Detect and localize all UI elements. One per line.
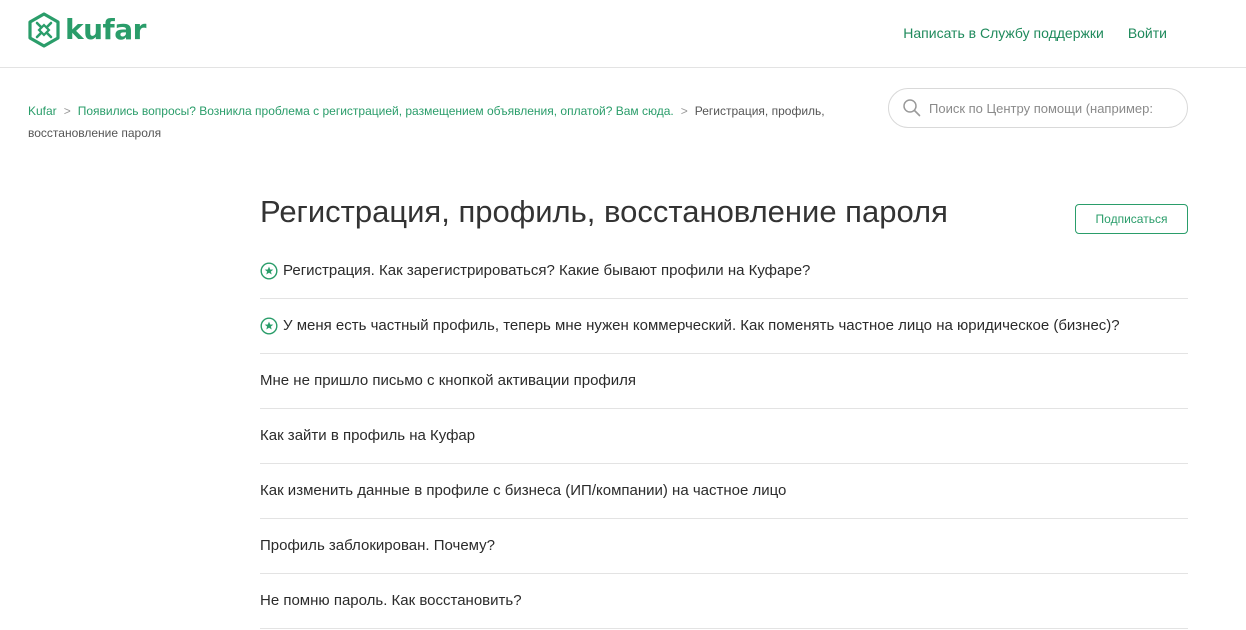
article-title: Как изменить данные в профиле с бизнеса … (260, 482, 787, 499)
list-item: Мне не пришло письмо с кнопкой активации… (260, 354, 1188, 409)
article-title: Профиль заблокирован. Почему? (260, 537, 495, 554)
login-link[interactable]: Войти (1128, 24, 1167, 42)
breadcrumb: Kufar > Появились вопросы? Возникла пробле… (28, 100, 858, 144)
logo-hexagon-icon (28, 12, 60, 48)
article-title: Не помню пароль. Как восстановить? (260, 592, 522, 609)
site-header: kufar Написать в Службу поддержки Войти (0, 0, 1246, 68)
article-link[interactable]: Профиль заблокирован. Почему? (260, 536, 495, 556)
search-icon (903, 99, 921, 117)
article-link[interactable]: Как зайти в профиль на Куфар (260, 426, 475, 446)
breadcrumb-separator: > (63, 104, 71, 118)
page-title: Регистрация, профиль, восстановление пар… (260, 194, 948, 229)
article-link[interactable]: Как изменить данные в профиле с бизнеса … (260, 481, 786, 501)
breadcrumb-separator: > (680, 104, 688, 118)
article-link[interactable]: Регистрация. Как зарегистрироваться? Как… (260, 261, 810, 281)
list-item: Профиль заблокирован. Почему? (260, 519, 1188, 574)
article-list: Регистрация. Как зарегистрироваться? Как… (260, 244, 1188, 629)
star-icon (260, 262, 278, 280)
kufar-logo[interactable]: kufar (27, 12, 146, 48)
breadcrumb-home[interactable]: Kufar (28, 104, 57, 118)
article-link[interactable]: Мне не пришло письмо с кнопкой активации… (260, 371, 636, 391)
list-item: У меня есть частный профиль, теперь мне … (260, 299, 1188, 354)
search-box[interactable] (888, 88, 1188, 128)
star-icon (260, 317, 278, 335)
search-input[interactable] (929, 100, 1179, 116)
logo-text: kufar (65, 13, 146, 46)
article-title: Регистрация. Как зарегистрироваться? Как… (283, 262, 811, 279)
support-link[interactable]: Написать в Службу поддержки (903, 24, 1104, 42)
subscribe-button[interactable]: Подписаться (1075, 204, 1188, 234)
article-title: Мне не пришло письмо с кнопкой активации… (260, 372, 637, 389)
list-item: Как изменить данные в профиле с бизнеса … (260, 464, 1188, 519)
list-item: Как зайти в профиль на Куфар (260, 409, 1188, 464)
article-title: Как зайти в профиль на Куфар (260, 427, 476, 444)
article-link[interactable]: У меня есть частный профиль, теперь мне … (260, 316, 1120, 336)
breadcrumb-section[interactable]: Появились вопросы? Возникла проблема с р… (78, 104, 674, 118)
top-nav: Написать в Службу поддержки Войти (903, 24, 1167, 42)
article-link[interactable]: Не помню пароль. Как восстановить? (260, 591, 522, 611)
article-title: У меня есть частный профиль, теперь мне … (283, 317, 1120, 334)
list-item: Не помню пароль. Как восстановить? (260, 574, 1188, 629)
list-item: Регистрация. Как зарегистрироваться? Как… (260, 244, 1188, 299)
